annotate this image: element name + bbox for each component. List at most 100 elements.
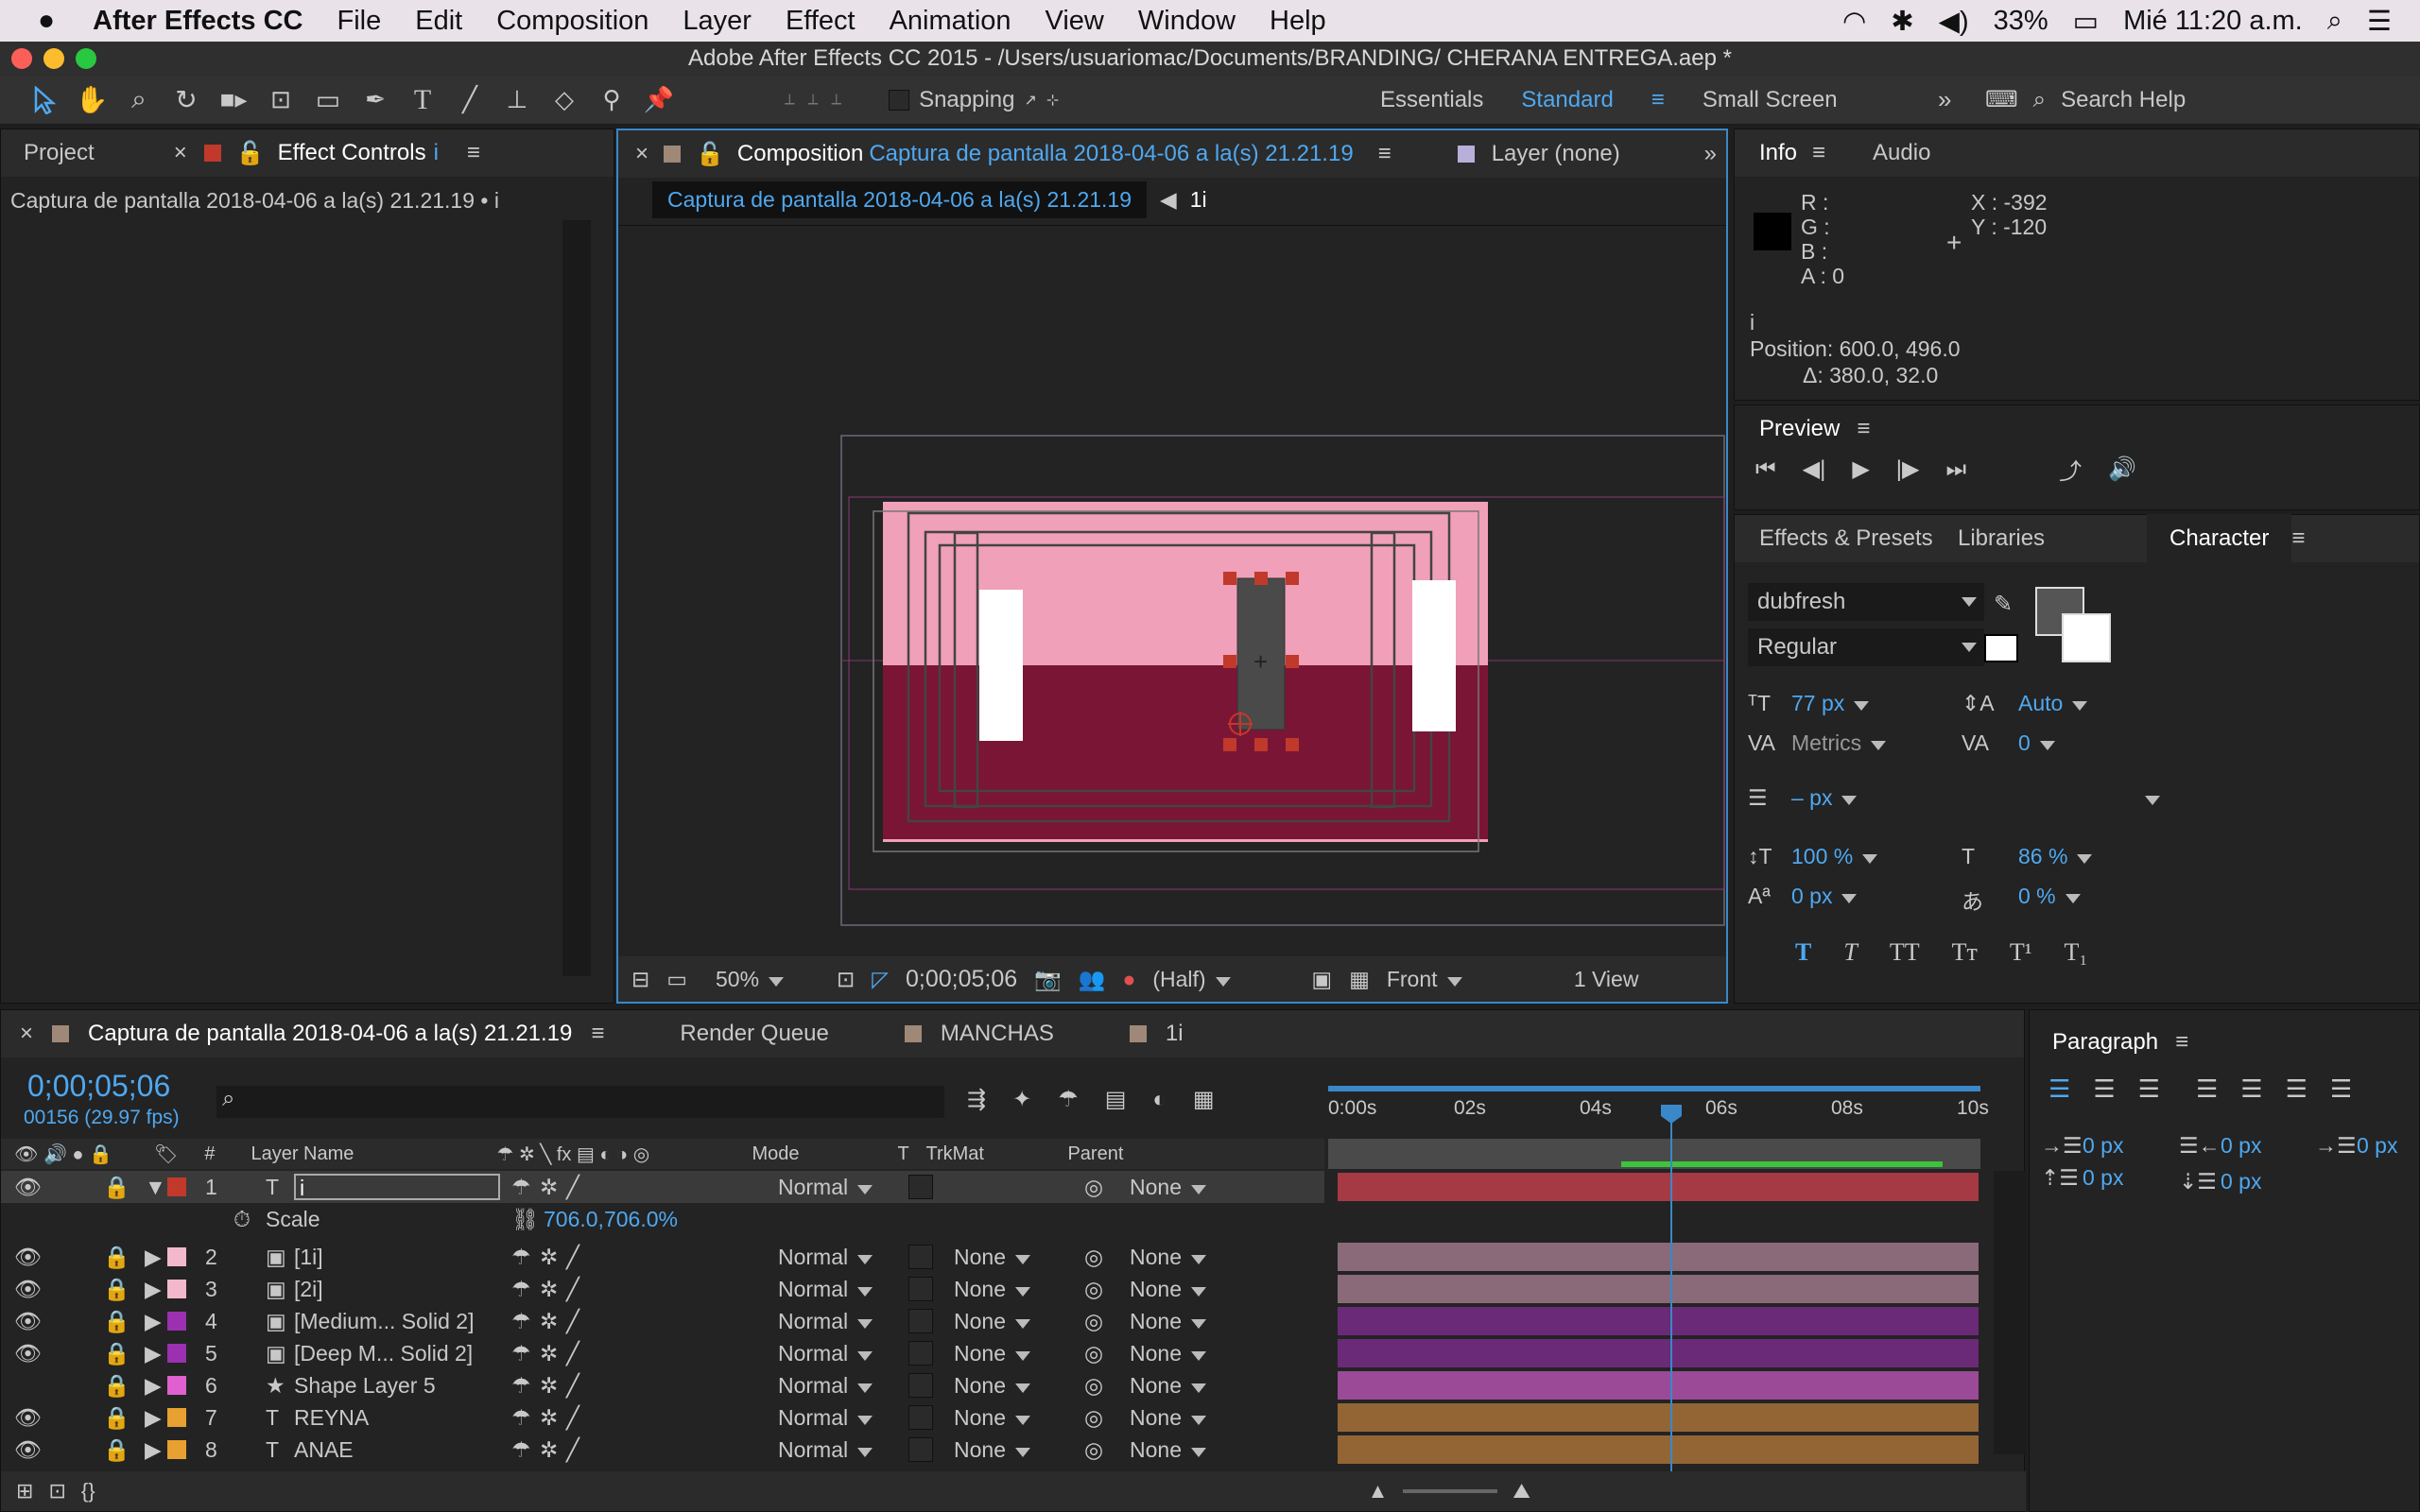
keyboard-icon[interactable]: ⌨ [1985,86,2018,113]
pickwhip-icon[interactable]: ◎ [1084,1277,1103,1302]
comp-timecode[interactable]: 0;00;05;06 [906,966,1017,993]
timeline-scrollbar[interactable] [1994,1171,2026,1454]
mode-select[interactable]: Normal [778,1437,873,1463]
fit-icon[interactable]: ⊡ [837,967,855,992]
justify-last-center-icon[interactable]: ☰ [2240,1074,2262,1104]
shy-switch-icon[interactable]: ☂ [511,1309,531,1334]
menu-animation[interactable]: Animation [890,6,1011,37]
snap-edges-icon[interactable]: ⊹ [1046,91,1059,110]
mode-select[interactable]: Normal [778,1309,873,1334]
tab-character[interactable]: Character [2147,514,2292,563]
indent-right-value[interactable]: 0 px [2221,1133,2261,1159]
label-color[interactable] [167,1177,186,1196]
subscript-icon[interactable]: T₁ [2065,938,2088,967]
channel-icon[interactable]: ● [1122,967,1135,992]
white-swatch[interactable] [1984,634,2018,662]
layer-name[interactable]: [Medium... Solid 2] [294,1309,474,1334]
view-layout-select[interactable]: 1 View [1574,967,1639,992]
lock-icon[interactable]: 🔓 [696,141,724,168]
shy-switch-icon[interactable]: ☂ [511,1437,531,1463]
label-color[interactable] [167,1376,186,1395]
wifi-icon[interactable]: ◠ [1842,5,1866,38]
resolution-select[interactable]: (Half) [1152,967,1294,992]
trkmat-select[interactable]: None [954,1277,1030,1302]
zoom-out-icon[interactable]: ▲ [1368,1479,1389,1503]
more-tabs-icon[interactable]: » [1704,141,1717,167]
snapping-checkbox[interactable] [889,89,910,111]
pen-tool-icon[interactable]: ✒ [354,78,397,122]
composition-viewer[interactable]: + [618,226,1726,958]
stroke-order-select[interactable] [1962,785,2160,811]
eraser-tool-icon[interactable]: ◇ [543,78,586,122]
collapse-switch-icon[interactable]: ✲ [540,1437,558,1463]
small-caps-icon[interactable]: Tт [1952,938,1978,967]
font-size-value[interactable]: 77 px [1791,691,1869,716]
kerning-value[interactable]: Metrics [1791,730,1886,756]
composition-tab-prefix[interactable]: Composition [737,141,863,167]
mode-select[interactable]: Normal [778,1405,873,1431]
label-color[interactable] [167,1312,186,1331]
zoom-window-icon[interactable] [76,48,96,69]
transfer-controls-icon[interactable]: ⊡ [48,1479,65,1503]
visibility-icon[interactable]: 👁 [14,1341,42,1366]
panel-menu-icon[interactable]: ≡ [2291,525,2305,552]
close-tab-icon[interactable]: × [20,1021,33,1047]
clone-stamp-tool-icon[interactable]: ⊥ [495,78,539,122]
bluetooth-icon[interactable]: ✱ [1891,5,1913,38]
font-style-select[interactable]: Regular [1748,628,1984,666]
world-axis-icon[interactable]: ⟂ [808,92,819,109]
pickwhip-icon[interactable]: ◎ [1084,1437,1103,1463]
superscript-icon[interactable]: T¹ [2010,938,2032,967]
view-axis-icon[interactable]: ⟂ [831,92,841,109]
constrain-proportions-icon[interactable]: ⛓ [511,1207,539,1232]
loop-icon[interactable]: ⤴ [2059,453,2082,486]
prev-frame-icon[interactable]: ◀| [1803,455,1826,483]
lock-icon[interactable]: 🔒 [103,1245,130,1270]
label-color[interactable] [167,1280,186,1298]
expand-arrow-icon[interactable]: ▶ [145,1245,162,1270]
expand-arrow-icon[interactable]: ▶ [145,1309,162,1334]
table-row[interactable]: 👁 🔒 ▶ 7 T REYNA ☂ ✲ ╱ Normal None ◎ None [1,1401,2024,1434]
lock-icon[interactable]: 🔒 [103,1309,130,1334]
rotate-tool-icon[interactable]: ↻ [164,78,208,122]
layer-name[interactable]: [Deep M... Solid 2] [294,1341,473,1366]
faux-bold-icon[interactable]: T [1795,938,1811,967]
layer-duration-bar[interactable] [1338,1173,1979,1201]
time-ruler[interactable]: 0:00s 02s 04s 06s 08s 10s [1328,1086,1989,1125]
mode-select[interactable]: Normal [778,1373,873,1399]
tab-layer[interactable]: Layer (none) [1492,141,1620,167]
table-row[interactable]: 🔒 ▶ 6 ★ Shape Layer 5 ☂ ✲ ╱ Normal None … [1,1369,2024,1401]
zoom-in-icon[interactable]: ⛰ [1512,1479,1530,1503]
visibility-icon[interactable]: 👁 [14,1245,42,1270]
parent-select[interactable]: None [1130,1437,1206,1463]
tracking-value[interactable]: 0 [2018,730,2132,756]
search-help-input[interactable]: Search Help [2061,87,2186,113]
collapse-switch-icon[interactable]: ✲ [540,1373,558,1399]
zoom-slider[interactable] [1403,1489,1498,1493]
lock-icon[interactable]: 🔒 [103,1175,130,1200]
tab-effect-controls[interactable]: Effect Controls [278,140,426,166]
draft-3d-icon[interactable]: ✦ [1012,1086,1031,1113]
tab-libraries[interactable]: Libraries [1958,525,2147,552]
eyedropper-icon[interactable]: ✎ [1994,591,2013,618]
snap-icon[interactable]: ↗ [1025,91,1037,110]
layer-duration-bar[interactable] [1338,1371,1979,1400]
layer-duration-bar[interactable] [1338,1275,1979,1303]
expand-arrow-icon[interactable]: ▶ [145,1437,162,1463]
trkmat-select[interactable]: None [954,1245,1030,1270]
view-select[interactable]: Front [1387,967,1557,992]
label-color[interactable] [167,1344,186,1363]
mode-select[interactable]: Normal [778,1175,873,1200]
stopwatch-icon[interactable]: ⏱ [233,1207,251,1232]
visibility-icon[interactable]: 👁 [14,1437,42,1463]
mask-visibility-icon[interactable]: ◸ [872,967,889,992]
puppet-pin-tool-icon[interactable]: 📌 [637,78,681,122]
visibility-icon[interactable]: 👁 [14,1175,42,1200]
composition-tab-name[interactable]: Captura de pantalla 2018-04-06 a la(s) 2… [869,141,1353,167]
workspace-essentials[interactable]: Essentials [1380,87,1483,113]
table-row[interactable]: 👁 🔒 ▼ 1 T i ☂ ✲ ╱ Normal ◎ None [1,1171,2024,1203]
panel-menu-icon[interactable]: ≡ [1812,140,1825,166]
monitor-icon[interactable]: ▭ [666,967,687,992]
pickwhip-icon[interactable]: ◎ [1084,1405,1103,1431]
layer-switches-toggle-icon[interactable]: ⊞ [16,1479,33,1503]
